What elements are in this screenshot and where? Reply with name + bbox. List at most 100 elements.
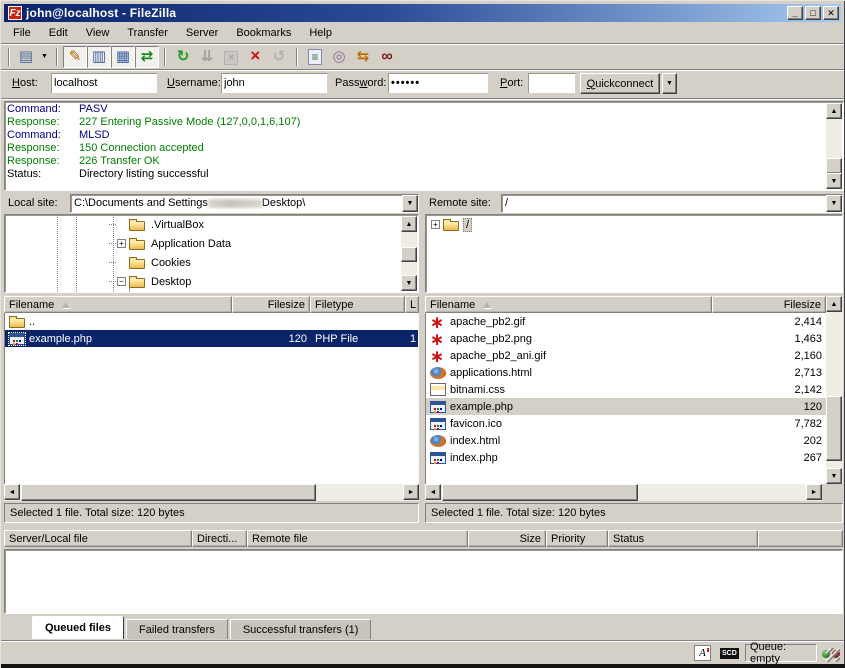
remote-list-vscrollbar[interactable]: ▲ ▼ [826, 296, 843, 484]
menu-server[interactable]: Server [177, 25, 227, 41]
file-row[interactable]: apache_pb2.png1,463 [426, 330, 826, 347]
toggle-remote-tree-icon [116, 49, 130, 64]
remote-list-hscrollbar[interactable]: ◄ ► [425, 484, 822, 501]
scrollbar-thumb[interactable] [442, 484, 638, 501]
column-header-filename[interactable]: Filename [4, 296, 232, 313]
close-button[interactable]: ✕ [823, 6, 839, 20]
expander-icon[interactable] [431, 220, 440, 229]
expander-icon[interactable] [117, 277, 126, 286]
file-row[interactable]: bitnami.css2,142 [426, 381, 826, 398]
site-manager-button[interactable] [14, 46, 38, 68]
host-input[interactable] [51, 73, 157, 93]
tab-failed-transfers[interactable]: Failed transfers [126, 619, 228, 639]
tree-item-application-data[interactable]: Application Data [5, 234, 418, 253]
menu-view[interactable]: View [77, 25, 119, 41]
local-site-combo[interactable]: C:\Documents and SettingsDesktop\ ▼ [70, 194, 419, 213]
scroll-right-icon[interactable]: ► [403, 484, 419, 500]
column-header-remote-file[interactable]: Remote file [247, 530, 468, 547]
file-row-example-php[interactable]: example.php120 [426, 398, 826, 415]
local-tree-scrollbar[interactable]: ▲ ▼ [401, 216, 417, 291]
column-header-blank [758, 530, 843, 547]
log-line: Status:Directory listing successful [7, 168, 841, 181]
log-scrollbar[interactable]: ▲ ▼ [826, 103, 842, 189]
cancel-button[interactable] [219, 46, 243, 68]
tree-item-root[interactable]: / [426, 215, 842, 234]
filter-button[interactable] [303, 46, 327, 68]
column-header-status[interactable]: Status [608, 530, 758, 547]
find-files-button[interactable] [375, 46, 399, 68]
column-header-filesize[interactable]: Filesize [712, 296, 826, 313]
toggle-remote-tree-button[interactable] [111, 46, 135, 68]
file-row-example-php[interactable]: example.php 120 PHP File 1 [5, 330, 418, 347]
column-header-priority[interactable]: Priority [546, 530, 608, 547]
menu-edit[interactable]: Edit [40, 25, 77, 41]
scrollbar-thumb[interactable] [21, 484, 316, 501]
quickconnect-dropdown-button[interactable]: ▼ [662, 73, 677, 94]
scroll-right-icon[interactable]: ► [806, 484, 822, 500]
scrollbar-thumb[interactable] [826, 158, 842, 174]
file-row[interactable]: apache_pb2_ani.gif2,160 [426, 347, 826, 364]
scroll-left-icon[interactable]: ◄ [425, 484, 441, 500]
file-row[interactable]: favicon.ico7,782 [426, 415, 826, 432]
scrollbar-thumb[interactable] [401, 247, 417, 262]
maximize-button[interactable]: □ [805, 6, 821, 20]
column-header-filename[interactable]: Filename [425, 296, 712, 313]
sort-ascending-icon [62, 302, 70, 308]
toggle-log-button[interactable] [63, 46, 87, 68]
scroll-down-icon[interactable]: ▼ [401, 275, 417, 291]
tree-item-desktop[interactable]: Desktop [5, 272, 418, 291]
toggle-local-tree-button[interactable] [87, 46, 111, 68]
tree-item-cookies[interactable]: Cookies [5, 253, 418, 272]
scrollbar-thumb[interactable] [826, 396, 842, 461]
username-input[interactable] [221, 73, 327, 93]
scroll-down-icon[interactable]: ▼ [826, 173, 842, 189]
refresh-button[interactable] [171, 46, 195, 68]
file-row-parent-dir[interactable]: .. [5, 313, 418, 330]
menu-bookmarks[interactable]: Bookmarks [227, 25, 300, 41]
remote-site-combo[interactable]: / ▼ [501, 194, 843, 213]
toggle-queue-button[interactable] [135, 46, 159, 68]
file-row[interactable]: index.php267 [426, 449, 826, 466]
scroll-left-icon[interactable]: ◄ [4, 484, 20, 500]
column-header-filesize[interactable]: Filesize [232, 296, 310, 313]
password-input[interactable] [388, 73, 488, 93]
maximize-icon: □ [810, 8, 815, 18]
directory-comparison-button[interactable] [327, 46, 351, 68]
scroll-up-icon[interactable]: ▲ [826, 103, 842, 119]
scroll-up-icon[interactable]: ▲ [401, 216, 417, 232]
menu-help[interactable]: Help [300, 25, 341, 41]
local-list-hscrollbar[interactable]: ◄ ► [4, 484, 419, 501]
tab-successful-transfers[interactable]: Successful transfers (1) [230, 619, 372, 639]
column-header-last-modified[interactable]: L [405, 296, 419, 313]
reconnect-button[interactable] [267, 46, 291, 68]
scroll-up-icon[interactable]: ▲ [826, 296, 842, 312]
local-directory-tree[interactable]: .VirtualBox Application Data Cookies Des… [4, 214, 419, 293]
file-row[interactable]: index.html202 [426, 432, 826, 449]
scroll-down-icon[interactable]: ▼ [826, 468, 842, 484]
resize-grip[interactable] [826, 648, 840, 662]
sync-browsing-button[interactable] [351, 46, 375, 68]
file-row[interactable]: apache_pb2.gif2,414 [426, 313, 826, 330]
php-file-icon [430, 452, 446, 464]
transfer-queue-list[interactable] [4, 549, 843, 614]
remote-directory-tree[interactable]: / [425, 214, 843, 293]
column-header-filetype[interactable]: Filetype [310, 296, 405, 313]
quickconnect-button[interactable]: Quickconnect [580, 73, 660, 94]
chevron-down-icon[interactable]: ▼ [402, 195, 418, 212]
tree-item-virtualbox[interactable]: .VirtualBox [5, 215, 418, 234]
menu-file[interactable]: File [4, 25, 40, 41]
column-header-size[interactable]: Size [468, 530, 546, 547]
chevron-down-icon[interactable]: ▼ [826, 195, 842, 212]
minimize-button[interactable]: _ [787, 6, 803, 20]
expander-icon[interactable] [117, 239, 126, 248]
disconnect-button[interactable] [243, 46, 267, 68]
column-header-server-local-file[interactable]: Server/Local file [4, 530, 192, 547]
tab-queued-files[interactable]: Queued files [32, 616, 124, 639]
column-header-direction[interactable]: Directi... [192, 530, 247, 547]
site-manager-dropdown-button[interactable]: ▼ [38, 46, 51, 68]
port-input[interactable] [528, 73, 575, 93]
file-row[interactable]: applications.html2,713 [426, 364, 826, 381]
process-queue-button[interactable] [195, 46, 219, 68]
port-label: Port: [500, 77, 523, 89]
menu-transfer[interactable]: Transfer [118, 25, 177, 41]
